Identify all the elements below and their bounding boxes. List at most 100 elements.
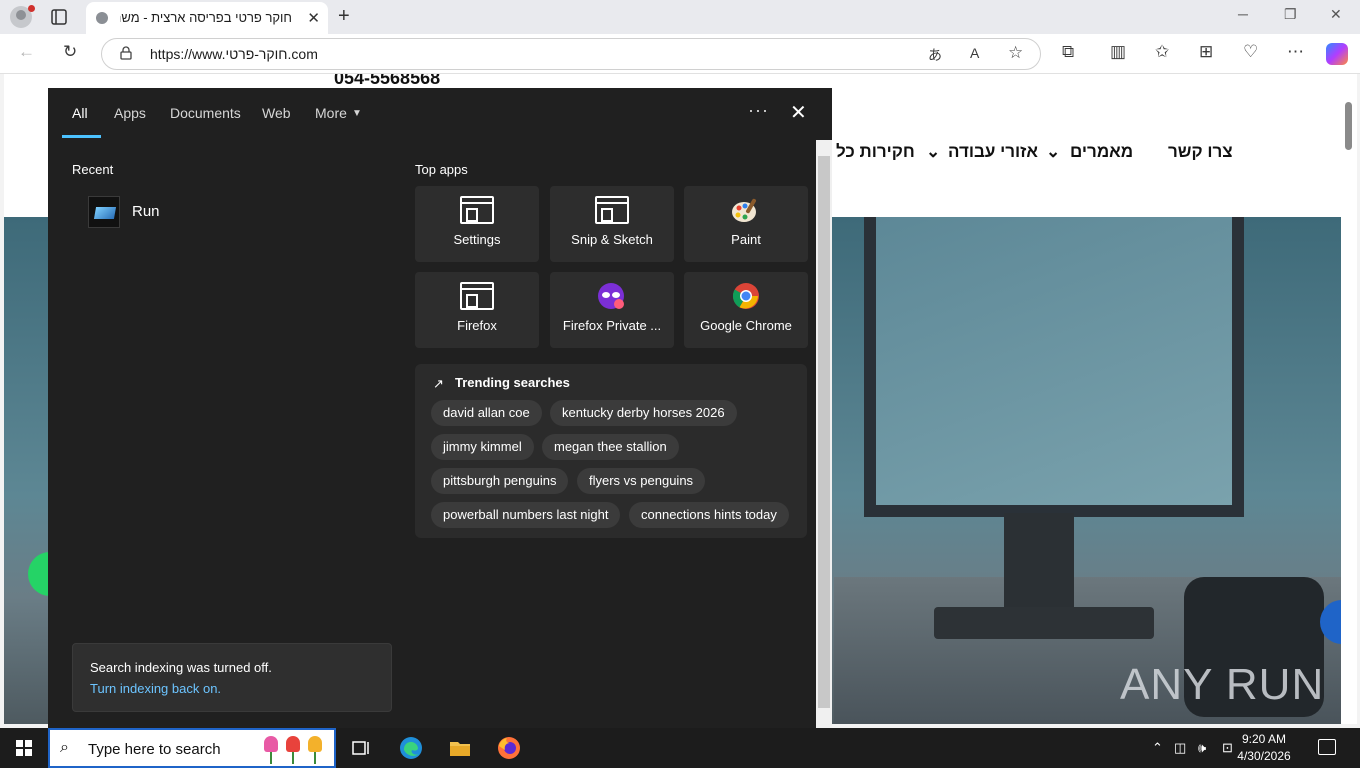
chrome-icon [732, 283, 759, 309]
monitor-stand-image [1004, 513, 1074, 613]
translate-icon[interactable]: あ [928, 45, 942, 65]
app-tile-paint[interactable]: Paint [684, 186, 808, 262]
trending-chip[interactable]: megan thee stallion [542, 434, 679, 460]
site-nav: צרו קשר מאמרים ⌄ אזורי עבודה ⌄ חקירות כל [830, 142, 1233, 168]
page-scroll-thumb[interactable] [1345, 102, 1352, 150]
nav-investigations[interactable]: חקירות כל [836, 142, 915, 162]
active-tab-indicator [62, 135, 101, 138]
close-icon[interactable]: ✕ [790, 100, 807, 125]
firefox-icon[interactable] [497, 736, 521, 760]
nav-contact[interactable]: צרו קשר [1168, 142, 1233, 162]
tab-all[interactable]: All [72, 105, 88, 121]
app-tile-firefox-private[interactable]: Firefox Private ... [550, 272, 674, 348]
app-tile-chrome[interactable]: Google Chrome [684, 272, 808, 348]
trending-heading: Trending searches [455, 375, 570, 390]
app-tile-snip-sketch[interactable]: Snip & Sketch [550, 186, 674, 262]
address-bar[interactable]: https://www.חוקר-פרטי.com あ A ☆ [101, 38, 1041, 70]
site-phone-number[interactable]: 054-5568568 [334, 74, 440, 89]
search-placeholder: Type here to search [88, 741, 221, 758]
tab-actions-icon[interactable] [50, 8, 68, 26]
app-tile-label: Google Chrome [700, 318, 792, 333]
browser-essentials-icon[interactable]: ♡ [1243, 42, 1258, 62]
tab-close-icon[interactable]: ✕ [307, 9, 320, 27]
trending-searches-card: ↗ Trending searches david allan coe kent… [415, 364, 807, 538]
tab-documents[interactable]: Documents [170, 105, 241, 121]
profile-notification-dot [28, 5, 35, 12]
recent-item-label: Run [132, 203, 160, 220]
window-app-icon [460, 196, 494, 224]
trending-arrow-icon: ↗ [433, 376, 444, 391]
more-menu-icon[interactable]: ⋯ [1287, 42, 1304, 62]
monitor-image [864, 217, 1244, 517]
browser-tab-active[interactable]: חוקר פרטי בפריסה ארצית - משרד ✕ [86, 2, 328, 34]
extensions-icon[interactable]: ⧉ [1062, 42, 1074, 62]
panel-scroll-thumb[interactable] [818, 156, 830, 708]
system-clock[interactable]: 9:20 AM 4/30/2026 [1236, 731, 1292, 765]
trending-chip[interactable]: pittsburgh penguins [431, 468, 569, 494]
new-tab-icon[interactable]: + [338, 5, 350, 28]
indexing-notice-text: Search indexing was turned off. [90, 660, 272, 675]
minimize-icon[interactable]: ─ [1238, 6, 1248, 22]
windows-search-panel: All Apps Documents Web More ▼ ··· ✕ Rece… [48, 88, 832, 728]
network-camera-icon[interactable]: ◫ [1174, 740, 1186, 756]
chevron-down-icon[interactable]: ⌄ [1046, 142, 1060, 162]
trending-chip[interactable]: david allan coe [431, 400, 542, 426]
url-text: https://www.חוקר-פרטי.com [150, 46, 318, 62]
show-hidden-icons-icon[interactable]: ⌃ [1152, 740, 1163, 756]
file-explorer-icon[interactable] [448, 736, 472, 760]
volume-icon[interactable]: 🕪 [1198, 740, 1206, 756]
page-scrollbar[interactable] [1341, 74, 1357, 724]
nav-work-areas[interactable]: אזורי עבודה [948, 142, 1038, 162]
window-close-icon[interactable]: ✕ [1330, 6, 1342, 23]
network-icon[interactable]: ⊡ [1222, 740, 1233, 756]
taskbar: ⌕ Type here to search ⌃ ◫ 🕪 ⊡ 9:20 AM 4/… [0, 728, 1360, 768]
tab-title: חוקר פרטי בפריסה ארצית - משרד [120, 10, 292, 25]
copilot-icon[interactable] [1326, 43, 1348, 65]
nav-articles[interactable]: מאמרים [1070, 142, 1133, 162]
recent-item-run[interactable]: Run [88, 196, 388, 228]
app-tile-firefox[interactable]: Firefox [415, 272, 539, 348]
app-tile-label: Snip & Sketch [571, 232, 653, 247]
notification-icon[interactable] [1318, 739, 1336, 755]
run-app-icon [88, 196, 120, 228]
window-app-icon [595, 196, 629, 224]
window-app-icon [460, 282, 494, 310]
restore-icon[interactable]: ❐ [1284, 6, 1297, 23]
split-screen-icon[interactable]: ▥ [1110, 42, 1126, 62]
panel-scrollbar[interactable] [816, 140, 832, 728]
taskbar-search-box[interactable]: ⌕ Type here to search [48, 728, 336, 768]
tab-web[interactable]: Web [262, 105, 291, 121]
tulips-icon [260, 734, 334, 764]
monitor-base-image [934, 607, 1154, 639]
desktop: חוקר פרטי בפריסה ארצית - משרד ✕ + ─ ❐ ✕ … [0, 0, 1360, 768]
windows-start-icon[interactable] [16, 740, 32, 756]
trending-chip[interactable]: powerball numbers last night [431, 502, 621, 528]
lock-icon[interactable] [120, 46, 132, 60]
app-tile-label: Firefox [457, 318, 497, 333]
favorites-icon[interactable]: ✩ [1155, 42, 1169, 62]
tab-more[interactable]: More [315, 105, 347, 121]
task-view-icon[interactable] [350, 736, 374, 760]
app-tile-settings[interactable]: Settings [415, 186, 539, 262]
edge-icon[interactable] [399, 736, 423, 760]
trending-chip[interactable]: kentucky derby horses 2026 [550, 400, 737, 426]
more-options-icon[interactable]: ··· [748, 100, 769, 121]
trending-chip[interactable]: flyers vs penguins [577, 468, 706, 494]
caret-down-icon[interactable]: ▼ [352, 108, 362, 119]
clock-time: 9:20 AM [1241, 732, 1287, 746]
chevron-down-icon[interactable]: ⌄ [926, 142, 940, 162]
trending-chip[interactable]: connections hints today [629, 502, 789, 528]
favorite-star-icon[interactable]: ☆ [1008, 43, 1023, 63]
read-aloud-icon[interactable]: A [970, 45, 979, 61]
tab-favicon-icon [96, 12, 108, 24]
app-tile-label: Paint [731, 232, 761, 247]
collections-icon[interactable]: ⊞ [1199, 42, 1213, 62]
tab-apps[interactable]: Apps [114, 105, 146, 121]
trending-chip[interactable]: jimmy kimmel [431, 434, 534, 460]
firefox-private-icon [598, 283, 624, 309]
back-icon[interactable]: ← [18, 42, 35, 62]
turn-indexing-on-link[interactable]: Turn indexing back on. [90, 681, 221, 696]
refresh-icon[interactable]: ↻ [63, 42, 77, 62]
app-tile-label: Settings [453, 232, 501, 247]
browser-tab-strip: חוקר פרטי בפריסה ארצית - משרד ✕ + ─ ❐ ✕ [0, 0, 1360, 34]
